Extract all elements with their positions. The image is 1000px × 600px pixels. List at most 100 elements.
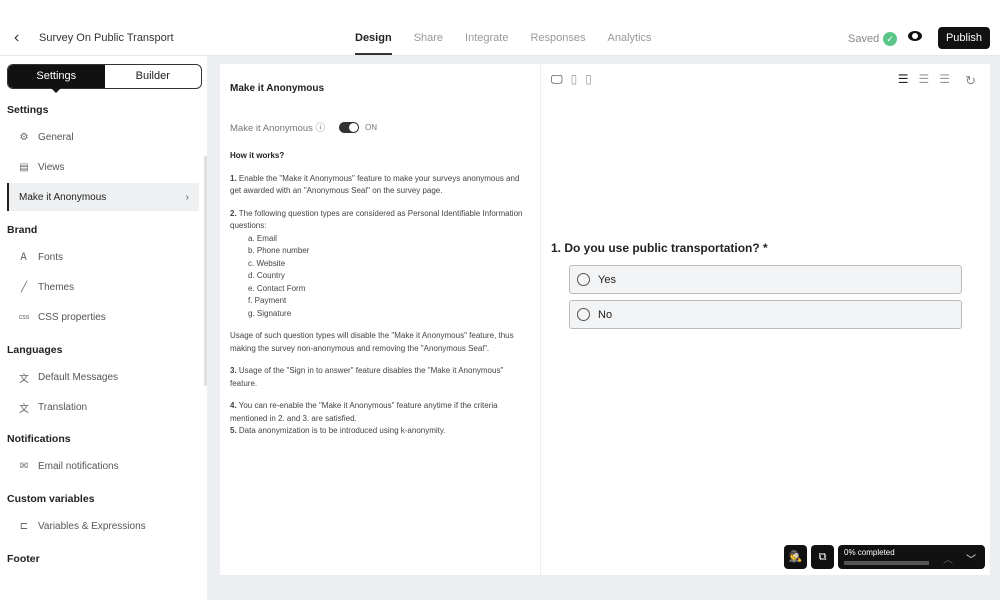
alignment-controls: ☰ ☰ ☰	[898, 72, 950, 86]
tab-analytics[interactable]: Analytics	[608, 32, 652, 56]
layout-icon[interactable]: ⧉	[811, 545, 834, 569]
usage-note: Usage of such question types will disabl…	[230, 331, 514, 353]
section-notifications: Notifications	[7, 433, 71, 445]
desktop-icon[interactable]: 🖵	[551, 72, 563, 87]
gear-icon: ⚙	[19, 131, 29, 143]
sidebar-item-general[interactable]: ⚙ General	[7, 123, 199, 151]
sidebar-item-label: Themes	[38, 281, 75, 293]
list-item: d. Country	[248, 271, 285, 280]
tab-design[interactable]: Design	[355, 32, 392, 56]
option-yes[interactable]: Yes	[569, 265, 962, 294]
sidebar-item-make-it-anonymous[interactable]: Make it Anonymous ›	[7, 183, 199, 211]
step-2: 2. The following question types are cons…	[230, 208, 523, 231]
option-label: Yes	[598, 273, 616, 286]
fonts-icon: Ꭺ	[20, 251, 28, 263]
sidebar-item-label: Views	[38, 161, 65, 173]
preview-eye-icon[interactable]	[908, 31, 922, 41]
question-title: 1. Do you use public transportation? *	[551, 241, 768, 255]
align-right-icon[interactable]: ☰	[939, 72, 950, 86]
sidebar-item-label: Make it Anonymous	[19, 191, 107, 203]
brush-icon: ╱	[20, 281, 28, 293]
sidebar-item-views[interactable]: ▤ Views	[7, 153, 199, 181]
sidebar-item-css[interactable]: css CSS properties	[7, 303, 199, 331]
align-center-icon[interactable]: ☰	[918, 72, 929, 86]
toggle-state: ON	[365, 122, 378, 132]
segment-builder[interactable]: Builder	[105, 65, 202, 88]
sidebar-item-label: CSS properties	[38, 311, 106, 323]
settings-builder-toggle: Settings Builder	[7, 64, 202, 93]
progress-text: 0% completed	[844, 548, 895, 557]
css-icon: css	[18, 313, 30, 321]
sidebar: Settings Builder Settings ⚙ General ▤ View…	[0, 56, 207, 600]
translate-icon: 文	[19, 373, 29, 385]
list-item: f. Payment	[248, 296, 287, 305]
sidebar-item-label: Fonts	[38, 251, 64, 263]
views-icon: ▤	[19, 161, 29, 173]
back-button[interactable]: ‹	[14, 29, 19, 47]
check-icon: ✓	[883, 32, 898, 46]
how-it-works: How it works? 1. Enable the "Make it Ano…	[230, 150, 530, 448]
chevron-up-icon[interactable]: ︿	[943, 551, 953, 566]
anonymous-toggle[interactable]	[339, 121, 360, 133]
tablet-icon[interactable]: ▯	[571, 72, 578, 87]
mobile-icon[interactable]: ▯	[585, 72, 592, 87]
sidebar-item-label: Email notifications	[38, 460, 119, 472]
sidebar-item-variables[interactable]: ⊏ Variables & Expressions	[7, 512, 199, 540]
list-item: b. Phone number	[248, 246, 310, 255]
how-title: How it works?	[230, 151, 285, 160]
tab-share[interactable]: Share	[414, 32, 443, 56]
step-5: 5. Data anonymization is to be introduce…	[230, 426, 446, 435]
step-1: 1. Enable the "Make it Anonymous" featur…	[230, 173, 520, 196]
list-item: c. Website	[248, 258, 286, 268]
refresh-icon[interactable]: ↻	[965, 73, 976, 89]
settings-panel: Make it Anonymous Make it Anonymous ⓘ ON…	[220, 64, 540, 575]
sidebar-item-default-messages[interactable]: 文 Default Messages	[7, 363, 199, 391]
main-tabs: Design Share Integrate Responses Analyti…	[355, 32, 674, 56]
sidebar-item-label: Variables & Expressions	[38, 520, 146, 532]
tab-responses[interactable]: Responses	[530, 32, 585, 56]
sidebar-item-label: Default Messages	[38, 371, 119, 383]
segment-settings[interactable]: Settings	[8, 65, 105, 93]
section-settings: Settings	[7, 104, 49, 116]
section-brand: Brand	[7, 224, 38, 236]
sidebar-item-translation[interactable]: 文 Translation	[7, 393, 199, 421]
survey-title: Survey On Public Transport	[39, 32, 174, 44]
chevron-down-icon[interactable]: ﹀	[966, 551, 976, 566]
sidebar-item-fonts[interactable]: Ꭺ Fonts	[7, 243, 199, 271]
radio-icon	[577, 273, 590, 286]
section-languages: Languages	[7, 344, 63, 356]
sidebar-item-email-notifications[interactable]: ✉ Email notifications	[7, 452, 199, 480]
list-item: a. Email	[248, 233, 277, 243]
saved-label: Saved	[848, 33, 880, 45]
chevron-right-icon: ›	[185, 191, 189, 203]
pii-list: a. Email b. Phone number c. Website d. C…	[230, 233, 530, 321]
sidebar-item-label: General	[38, 131, 74, 143]
progress-bar	[844, 561, 929, 565]
radio-icon	[577, 308, 590, 321]
mail-icon: ✉	[19, 460, 29, 472]
sidebar-item-themes[interactable]: ╱ Themes	[7, 273, 199, 301]
device-switcher: 🖵 ▯ ▯	[551, 72, 592, 87]
option-label: No	[598, 308, 613, 321]
anonymous-seal-icon[interactable]: 🕵	[784, 545, 807, 569]
section-custom-variables: Custom variables	[7, 493, 95, 505]
list-item: e. Contact Form	[248, 283, 306, 293]
translate-icon: 文	[19, 403, 29, 415]
saved-status: Saved ✓	[848, 32, 898, 46]
top-bar: ‹ Survey On Public Transport Design Shar…	[0, 0, 1000, 56]
list-item: g. Signature	[248, 308, 292, 318]
sidebar-item-label: Translation	[38, 401, 88, 413]
panel-title: Make it Anonymous	[230, 83, 325, 94]
preview-panel: 🖵 ▯ ▯ ☰ ☰ ☰ ↻ 1. Do you use public trans…	[541, 64, 990, 575]
tab-integrate[interactable]: Integrate	[465, 32, 508, 56]
publish-button[interactable]: Publish	[938, 27, 990, 49]
section-footer: Footer	[7, 553, 40, 565]
align-left-icon[interactable]: ☰	[898, 72, 909, 86]
anonymous-toggle-row: Make it Anonymous ⓘ ON	[230, 120, 377, 134]
toggle-label: Make it Anonymous ⓘ	[230, 123, 326, 134]
variables-icon: ⊏	[19, 520, 29, 532]
step-4: 4. You can re-enable the "Make it Anonym…	[230, 401, 498, 423]
progress-indicator: 0% completed ︿ ﹀	[838, 545, 985, 569]
step-3: 3. Usage of the "Sign in to answer" feat…	[230, 366, 504, 388]
option-no[interactable]: No	[569, 300, 962, 329]
